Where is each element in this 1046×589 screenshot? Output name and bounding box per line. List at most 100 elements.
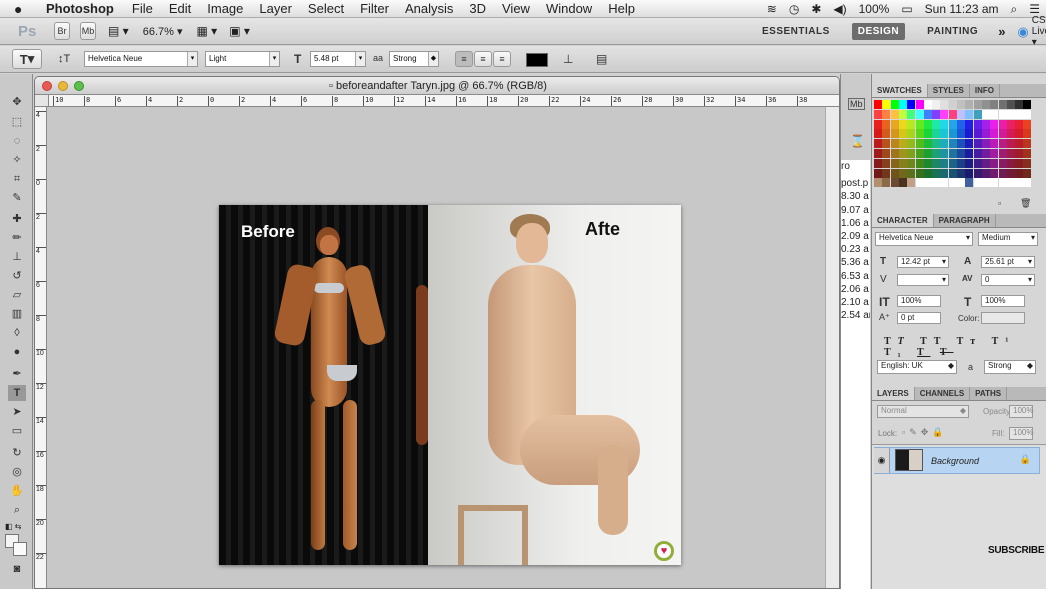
color-swatch[interactable] bbox=[1023, 129, 1032, 139]
app-menu-photoshop[interactable]: Photoshop bbox=[46, 1, 114, 16]
layer-row-background[interactable]: ◉ Background 🔒 bbox=[874, 447, 1040, 474]
menu-image[interactable]: Image bbox=[207, 1, 243, 16]
color-swatch[interactable] bbox=[1015, 158, 1024, 168]
zoom-window-button[interactable] bbox=[74, 81, 84, 91]
color-swatch[interactable] bbox=[1023, 168, 1032, 178]
color-swatch[interactable] bbox=[932, 158, 941, 168]
char-font-size[interactable]: 12.42 pt ▾ bbox=[897, 256, 949, 268]
quick-mask-icon[interactable]: ◙ bbox=[8, 561, 26, 577]
color-swatch[interactable] bbox=[973, 168, 982, 178]
menu-window[interactable]: Window bbox=[546, 1, 592, 16]
healing-brush-tool-icon[interactable]: ✚ bbox=[8, 211, 26, 227]
color-swatch[interactable] bbox=[898, 158, 907, 168]
color-swatch[interactable] bbox=[965, 100, 974, 109]
3d-orbit-tool-icon[interactable]: ◎ bbox=[8, 464, 26, 480]
color-swatch[interactable] bbox=[1023, 119, 1032, 129]
char-vertical-scale[interactable]: 100% bbox=[897, 295, 941, 307]
path-selection-tool-icon[interactable]: ➤ bbox=[8, 404, 26, 420]
menu-view[interactable]: View bbox=[502, 1, 530, 16]
color-swatch[interactable] bbox=[981, 168, 990, 178]
color-swatch[interactable] bbox=[932, 178, 941, 188]
char-tracking[interactable]: 0 ▾ bbox=[981, 274, 1035, 286]
move-tool-icon[interactable]: ✥ bbox=[8, 94, 26, 110]
color-swatch[interactable] bbox=[915, 149, 924, 158]
color-swatch[interactable] bbox=[965, 119, 974, 129]
color-swatch[interactable] bbox=[898, 139, 907, 149]
color-swatch[interactable] bbox=[932, 119, 941, 129]
layer-visibility-icon[interactable]: ◉ bbox=[874, 448, 890, 473]
color-swatch[interactable] bbox=[940, 100, 949, 109]
char-leading[interactable]: 25.61 pt ▾ bbox=[981, 256, 1035, 268]
color-swatch[interactable] bbox=[1023, 100, 1032, 109]
color-swatch[interactable] bbox=[965, 158, 974, 168]
3d-rotate-tool-icon[interactable]: ↻ bbox=[8, 445, 26, 461]
color-swatch[interactable] bbox=[907, 129, 916, 139]
color-swatch[interactable] bbox=[957, 129, 965, 139]
menu-analysis[interactable]: Analysis bbox=[405, 1, 453, 16]
char-baseline-shift[interactable]: 0 pt bbox=[897, 312, 941, 324]
color-swatch[interactable] bbox=[915, 168, 924, 178]
quick-select-tool-icon[interactable]: ✧ bbox=[8, 152, 26, 168]
color-swatch[interactable] bbox=[890, 100, 899, 109]
cs-live-icon[interactable]: ◉ bbox=[1017, 24, 1028, 40]
color-swatch[interactable] bbox=[882, 139, 891, 149]
shape-tool-icon[interactable]: ▭ bbox=[8, 423, 26, 439]
color-swatch[interactable] bbox=[898, 149, 907, 158]
align-center-button[interactable]: ≡ bbox=[474, 51, 492, 67]
color-swatch[interactable] bbox=[973, 158, 982, 168]
menu-help[interactable]: Help bbox=[608, 1, 635, 16]
color-swatch[interactable] bbox=[923, 129, 932, 139]
color-swatch[interactable] bbox=[990, 119, 999, 129]
bluetooth-icon[interactable]: ✱ bbox=[811, 2, 821, 16]
color-swatch[interactable] bbox=[874, 178, 882, 188]
lasso-tool-icon[interactable]: ◌ bbox=[8, 133, 26, 149]
color-swatch[interactable] bbox=[998, 149, 1007, 158]
marquee-tool-icon[interactable]: ⬚ bbox=[8, 114, 26, 130]
color-swatch[interactable] bbox=[890, 168, 899, 178]
color-swatch[interactable] bbox=[1006, 109, 1015, 119]
language-select[interactable]: English: UK ◆ bbox=[877, 360, 957, 374]
color-swatch[interactable] bbox=[981, 158, 990, 168]
color-swatch[interactable] bbox=[923, 158, 932, 168]
time-machine-icon[interactable]: ◷ bbox=[789, 2, 799, 16]
color-swatch[interactable] bbox=[973, 109, 982, 119]
color-swatch[interactable] bbox=[923, 168, 932, 178]
menu-filter[interactable]: Filter bbox=[360, 1, 389, 16]
type-tool-icon[interactable]: T bbox=[8, 385, 26, 401]
color-swatch[interactable] bbox=[907, 158, 916, 168]
default-colors-icon[interactable]: ◧ ⇆ bbox=[5, 522, 21, 531]
color-swatch[interactable] bbox=[940, 119, 949, 129]
color-swatch[interactable] bbox=[940, 129, 949, 139]
color-swatch[interactable] bbox=[948, 158, 957, 168]
color-swatch[interactable] bbox=[1015, 168, 1024, 178]
menu-layer[interactable]: Layer bbox=[259, 1, 292, 16]
color-swatch[interactable] bbox=[882, 109, 891, 119]
char-kerning[interactable]: ▾ bbox=[897, 274, 949, 286]
color-swatch[interactable] bbox=[1023, 149, 1032, 158]
spotlight-icon[interactable]: ⌕ bbox=[1011, 2, 1018, 17]
image-before-after[interactable]: Before Afte ♥ bbox=[219, 205, 681, 565]
history-panel-icon[interactable]: ⌛ bbox=[850, 134, 865, 148]
menu-select[interactable]: Select bbox=[308, 1, 344, 16]
color-swatch[interactable] bbox=[998, 139, 1007, 149]
color-swatch[interactable] bbox=[981, 149, 990, 158]
color-swatch[interactable] bbox=[932, 109, 941, 119]
color-swatch[interactable] bbox=[1015, 119, 1024, 129]
color-swatch[interactable] bbox=[932, 129, 941, 139]
color-swatch[interactable] bbox=[981, 119, 990, 129]
color-swatch[interactable] bbox=[874, 139, 882, 149]
color-swatch[interactable] bbox=[957, 178, 965, 188]
color-swatch[interactable] bbox=[907, 119, 916, 129]
cs-live-label[interactable]: CS Live ▾ bbox=[1032, 15, 1046, 48]
align-left-button[interactable]: ≡ bbox=[455, 51, 473, 67]
color-swatch[interactable] bbox=[915, 109, 924, 119]
tab-paths[interactable]: PATHS bbox=[970, 387, 1008, 400]
background-color-swatch[interactable] bbox=[13, 542, 27, 556]
color-swatch[interactable] bbox=[957, 109, 965, 119]
color-swatch[interactable] bbox=[990, 129, 999, 139]
battery-icon[interactable]: ▭ bbox=[901, 2, 912, 16]
text-color-swatch[interactable] bbox=[526, 53, 548, 67]
color-swatch[interactable] bbox=[940, 158, 949, 168]
color-swatch[interactable] bbox=[973, 149, 982, 158]
color-swatch[interactable] bbox=[990, 149, 999, 158]
